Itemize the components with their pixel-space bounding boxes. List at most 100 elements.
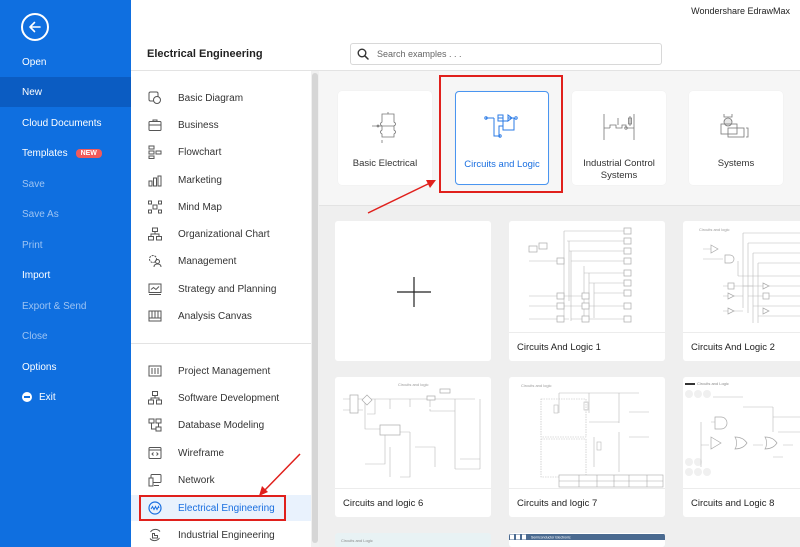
menu-open[interactable]: Open	[0, 47, 131, 77]
analysis-canvas-icon	[147, 308, 163, 324]
industrial-control-thumbnail	[600, 109, 638, 145]
mind-map-icon	[147, 199, 163, 215]
exit-icon	[22, 392, 32, 402]
category-separator	[131, 343, 311, 344]
category-label: Electrical Engineering	[178, 502, 275, 514]
subcategory-label: Systems	[717, 158, 755, 169]
category-marketing[interactable]: Marketing	[131, 167, 311, 193]
menu-label: Print	[22, 239, 43, 251]
subcategory-label: Circuits and Logic	[464, 159, 540, 170]
category-label: Database Modeling	[178, 419, 265, 431]
template-preview: Semiconductor Electronic	[509, 534, 665, 540]
category-org-chart[interactable]: Organizational Chart	[131, 221, 311, 247]
category-software-development[interactable]: Software Development	[131, 385, 311, 411]
template-card[interactable]: Circuits and logic Circuits And Logic 2	[683, 221, 800, 361]
briefcase-icon	[147, 117, 163, 133]
category-label: Flowchart	[178, 146, 222, 158]
search-input[interactable]	[377, 49, 657, 59]
category-label: Strategy and Planning	[178, 283, 277, 295]
plus-icon	[397, 277, 431, 307]
menu-label: Save As	[22, 208, 59, 220]
template-card[interactable]: Circuits and logic Circuits and logic 6	[335, 377, 491, 517]
category-network[interactable]: Network	[131, 467, 311, 493]
category-wireframe[interactable]: Wireframe	[131, 440, 311, 466]
category-mind-map[interactable]: Mind Map	[131, 194, 311, 220]
preview-title: Circuits and logic	[398, 382, 428, 387]
template-card[interactable]: Circuits and logic Circuits and logic 7	[509, 377, 665, 517]
template-caption: Circuits and logic 7	[509, 488, 665, 517]
preview-title: Circuits and logic	[521, 383, 551, 388]
menu-label: New	[22, 86, 43, 98]
subcategory-systems[interactable]: Systems	[689, 91, 783, 185]
subcategory-industrial-control[interactable]: Industrial Control Systems	[572, 91, 666, 185]
category-strategy-planning[interactable]: Strategy and Planning	[131, 276, 311, 302]
menu-templates[interactable]: Templates NEW	[0, 138, 131, 168]
circuits-logic-thumbnail	[483, 110, 521, 146]
category-database-modeling[interactable]: Database Modeling	[131, 412, 311, 438]
template-preview: Circuits and logic	[343, 382, 481, 478]
category-industrial-engineering[interactable]: Industrial Engineering	[131, 522, 311, 547]
app-title: Wondershare EdrawMax	[691, 6, 790, 16]
subcategory-label: Basic Electrical	[352, 158, 418, 169]
subcategory-basic-electrical[interactable]: Basic Electrical	[338, 91, 432, 185]
menu-save[interactable]: Save	[0, 169, 131, 199]
management-icon	[147, 253, 163, 269]
preview-title: Circuits and Logic	[697, 381, 729, 386]
svg-text:Circuits and logic: Circuits and logic	[699, 227, 729, 232]
menu-label: Save	[22, 178, 45, 190]
category-label: Mind Map	[178, 201, 222, 213]
network-icon	[147, 472, 163, 488]
menu-exit[interactable]: Exit	[0, 382, 131, 412]
template-card[interactable]: Circuits and Logic Circuits and Logic 8	[683, 377, 800, 517]
back-arrow-icon	[29, 21, 41, 33]
category-label: Marketing	[178, 174, 222, 186]
template-caption: Circuits and logic 6	[335, 488, 491, 517]
category-analysis-canvas[interactable]: Analysis Canvas	[131, 303, 311, 329]
scrollbar-thumb[interactable]	[312, 73, 318, 543]
menu-label: Open	[22, 56, 47, 68]
subcategory-circuits-logic[interactable]: Circuits and Logic	[455, 91, 549, 185]
template-preview: Circuits and Logic	[685, 381, 800, 476]
template-caption: Circuits and Logic 8	[683, 488, 800, 517]
template-card[interactable]: Circuits and Logic	[335, 533, 491, 547]
category-project-management[interactable]: Project Management	[131, 358, 311, 384]
category-electrical-engineering[interactable]: Electrical Engineering	[131, 495, 311, 521]
subcategory-label: Industrial Control Systems	[583, 158, 655, 181]
database-icon	[147, 417, 163, 433]
menu-label: Export & Send	[22, 300, 87, 312]
category-business[interactable]: Business	[131, 112, 311, 138]
back-button[interactable]	[21, 13, 49, 41]
menu-import[interactable]: Import	[0, 260, 131, 290]
menu-print[interactable]: Print	[0, 230, 131, 260]
org-chart-icon	[147, 226, 163, 242]
menu-close[interactable]: Close	[0, 321, 131, 351]
category-label: Software Development	[178, 392, 280, 404]
menu-new[interactable]: New	[0, 77, 131, 107]
category-label: Basic Diagram	[178, 92, 244, 104]
industrial-icon	[147, 527, 163, 543]
electrical-icon	[147, 500, 163, 516]
menu-options[interactable]: Options	[0, 352, 131, 382]
category-title: Electrical Engineering	[147, 48, 263, 60]
preview-title: Semiconductor Electronic	[531, 536, 571, 540]
bar-chart-icon	[147, 172, 163, 188]
template-card[interactable]: Semiconductor Electronic	[509, 533, 665, 547]
new-blank-template[interactable]	[335, 221, 491, 361]
file-sidebar: Open New Cloud Documents Templates NEW S…	[0, 0, 131, 547]
search-box[interactable]	[350, 43, 662, 65]
category-label: Business	[178, 119, 219, 131]
template-preview: Circuits and Logic	[341, 538, 373, 543]
template-card[interactable]: Circuits And Logic 1	[509, 221, 665, 361]
menu-label: Cloud Documents	[22, 117, 102, 129]
search-icon	[357, 48, 369, 60]
template-preview: Circuits and logic	[521, 383, 664, 488]
category-scrollbar[interactable]	[311, 71, 319, 547]
category-flowchart[interactable]: Flowchart	[131, 139, 311, 165]
menu-save-as[interactable]: Save As	[0, 199, 131, 229]
menu-label: Close	[22, 330, 48, 342]
category-basic-diagram[interactable]: Basic Diagram	[131, 85, 311, 111]
menu-cloud-documents[interactable]: Cloud Documents	[0, 108, 131, 138]
menu-export-send[interactable]: Export & Send	[0, 291, 131, 321]
category-management[interactable]: Management	[131, 248, 311, 274]
template-caption: Circuits And Logic 1	[509, 332, 665, 361]
